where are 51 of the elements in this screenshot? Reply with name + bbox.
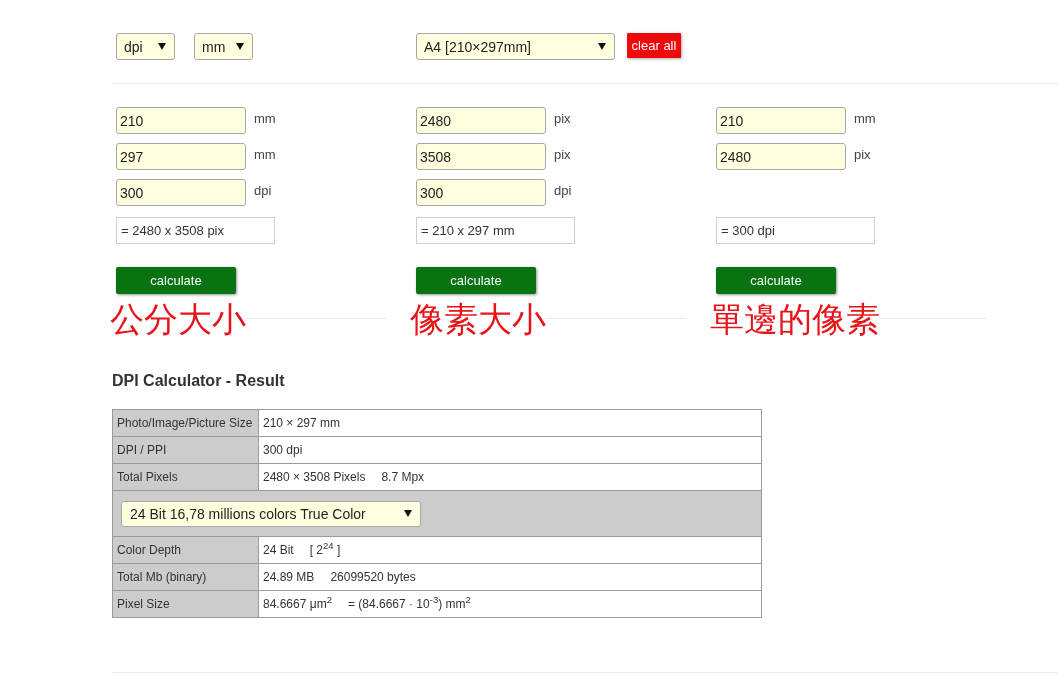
row-value: 8.7 Mpx bbox=[381, 470, 425, 484]
annotation-text: 像素大小 bbox=[410, 300, 546, 340]
unit-label: mm bbox=[854, 111, 876, 126]
row-label: Total Mb (binary) bbox=[112, 563, 259, 591]
caret-icon bbox=[598, 43, 606, 50]
result-field: = 210 x 297 mm bbox=[416, 217, 575, 244]
row-value: 84.6667 μm$^{2}$ bbox=[263, 597, 332, 611]
row-label: Pixel Size bbox=[112, 590, 259, 618]
caret-icon bbox=[158, 43, 166, 50]
unit-label: mm bbox=[254, 111, 276, 126]
calculate-button[interactable]: calculate bbox=[416, 267, 536, 294]
caret-icon bbox=[404, 510, 412, 517]
input-field[interactable]: 3508 bbox=[416, 143, 546, 170]
unit-label: pix bbox=[854, 147, 871, 162]
input-field[interactable]: 210 bbox=[716, 107, 846, 134]
row-label: DPI / PPI bbox=[112, 436, 259, 464]
row-value: 24.89 MB bbox=[263, 570, 315, 584]
paper-size-dropdown[interactable]: A4 [210×297mm] bbox=[416, 33, 615, 60]
unit-dropdown[interactable]: dpi bbox=[116, 33, 175, 60]
input-field[interactable]: 300 bbox=[416, 179, 546, 206]
annotation-text: 公分大小 bbox=[110, 300, 246, 340]
unit-label: pix bbox=[554, 147, 571, 162]
unit-dropdown[interactable]: mm bbox=[194, 33, 253, 60]
unit-label: mm bbox=[254, 147, 276, 162]
section-heading: DPI Calculator - Result bbox=[112, 371, 286, 391]
clear-all-button[interactable]: clear all bbox=[627, 33, 681, 58]
unit-label: dpi bbox=[554, 183, 572, 198]
calculate-button[interactable]: calculate bbox=[116, 267, 236, 294]
unit-label: dpi bbox=[254, 183, 272, 198]
annotation-text: 單邊的像素 bbox=[710, 300, 880, 340]
caret-icon bbox=[236, 43, 244, 50]
input-field[interactable]: 297 bbox=[116, 143, 246, 170]
result-field: = 300 dpi bbox=[716, 217, 875, 244]
row-value: [ 2$^{24}$ ] bbox=[309, 543, 341, 557]
row-value: 210 × 297 mm bbox=[263, 416, 341, 430]
input-field[interactable]: 300 bbox=[116, 179, 246, 206]
result-field: = 2480 x 3508 pix bbox=[116, 217, 275, 244]
row-label: Color Depth bbox=[112, 536, 259, 564]
row-label: Total Pixels bbox=[112, 463, 259, 491]
input-field[interactable]: 2480 bbox=[416, 107, 546, 134]
row-value: = (84.6667 · 10$^{-3}$) mm$^{2}$ bbox=[347, 597, 471, 611]
input-field[interactable]: 2480 bbox=[716, 143, 846, 170]
row-value: 26099520 bytes bbox=[330, 570, 416, 584]
color-depth-dropdown[interactable]: 24 Bit 16,78 millions colors True Color bbox=[121, 500, 421, 527]
row-value: 2480 × 3508 Pixels bbox=[263, 470, 366, 484]
row-value: 300 dpi bbox=[263, 443, 303, 457]
row-label: Photo/Image/Picture Size bbox=[112, 409, 259, 437]
input-field[interactable]: 210 bbox=[116, 107, 246, 134]
calculate-button[interactable]: calculate bbox=[716, 267, 836, 294]
row-value: 24 Bit bbox=[263, 543, 294, 557]
unit-label: pix bbox=[554, 111, 571, 126]
